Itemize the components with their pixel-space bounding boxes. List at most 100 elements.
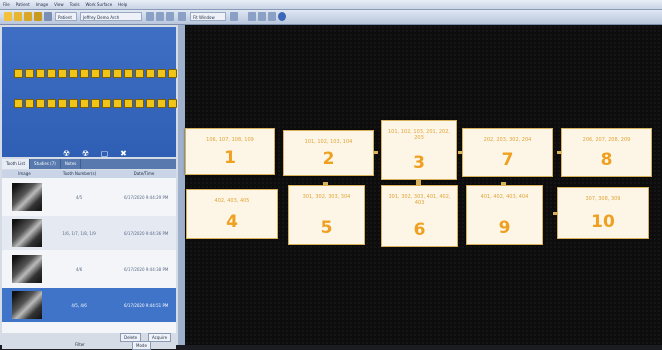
tooth-icon[interactable] bbox=[47, 69, 56, 78]
tooth-icon[interactable] bbox=[69, 99, 78, 108]
image-selector[interactable]: Jeffrey Demo Arch bbox=[80, 12, 142, 21]
tooth-icon[interactable] bbox=[80, 99, 89, 108]
open-folder-icon[interactable] bbox=[4, 12, 12, 21]
tooth-icon[interactable] bbox=[124, 69, 133, 78]
menu-help[interactable]: Help bbox=[115, 1, 130, 9]
tooth-icon[interactable] bbox=[168, 69, 177, 78]
card-handle[interactable] bbox=[323, 182, 328, 185]
close-icon[interactable]: ✖ bbox=[119, 149, 128, 158]
image-card-4[interactable]: 402, 403, 405 4 bbox=[186, 189, 278, 239]
card-handle[interactable] bbox=[501, 182, 506, 185]
menu-view[interactable]: View bbox=[51, 1, 67, 9]
tooth-icon[interactable] bbox=[135, 69, 144, 78]
card-handle[interactable] bbox=[416, 182, 421, 185]
menu-tools[interactable]: Tools bbox=[67, 1, 83, 9]
row-datetime: 6/17/2020 9:44:51 PM bbox=[124, 302, 169, 308]
tooth-icon[interactable] bbox=[146, 69, 155, 78]
tooth-icon[interactable] bbox=[135, 99, 144, 108]
folder-icon[interactable] bbox=[24, 12, 32, 21]
grid-icon[interactable] bbox=[258, 12, 266, 21]
card-handle[interactable] bbox=[553, 212, 558, 215]
tooth-icon[interactable] bbox=[146, 99, 155, 108]
card-teeth: 101, 102, 103, 201, 202, 203 bbox=[387, 129, 451, 141]
card-handle[interactable] bbox=[373, 151, 378, 154]
save-icon[interactable] bbox=[14, 12, 22, 21]
card-handle[interactable] bbox=[557, 151, 562, 154]
help-icon[interactable] bbox=[278, 12, 286, 21]
tooth-icon[interactable] bbox=[58, 69, 67, 78]
tooth-icon[interactable] bbox=[91, 99, 100, 108]
panel-splitter[interactable] bbox=[178, 25, 185, 345]
tooth-icon[interactable] bbox=[102, 99, 111, 108]
col-datetime[interactable]: Date/Time bbox=[112, 170, 176, 178]
tooth-icon[interactable] bbox=[25, 99, 34, 108]
rotate-icon[interactable] bbox=[146, 12, 154, 21]
zoom-field[interactable]: Fit Window bbox=[190, 12, 226, 21]
card-teeth: 402, 403, 405 bbox=[214, 198, 250, 204]
tooth-icon[interactable] bbox=[80, 69, 89, 78]
image-card-2[interactable]: 101, 102, 103, 104 2 bbox=[283, 130, 378, 176]
xray-thumbnail bbox=[12, 291, 42, 319]
tooth-icon[interactable] bbox=[157, 69, 166, 78]
tile-icon[interactable] bbox=[268, 12, 276, 21]
radiation-icon[interactable]: ☢ bbox=[62, 149, 71, 158]
tooth-icon[interactable] bbox=[14, 99, 23, 108]
menu-patient[interactable]: Patient bbox=[13, 1, 33, 9]
blank-icon[interactable]: ▢ bbox=[100, 149, 109, 158]
menu-image[interactable]: Image bbox=[33, 1, 52, 9]
menu-file[interactable]: File bbox=[0, 1, 13, 9]
menu-work-surface[interactable]: Work Surface bbox=[83, 1, 116, 9]
tooth-icon[interactable] bbox=[113, 99, 122, 108]
tooth-icon[interactable] bbox=[58, 99, 67, 108]
table-header: Image Tooth Number(s) Date/Time bbox=[2, 170, 176, 178]
table-row[interactable]: 1/6, 1/7, 1/8, 1/9 6/17/2020 9:44:36 PM bbox=[2, 216, 176, 250]
tooth-icon[interactable] bbox=[157, 99, 166, 108]
tooth-icon[interactable] bbox=[124, 99, 133, 108]
image-card-7[interactable]: 202, 203, 302, 204 7 bbox=[458, 128, 553, 177]
tooth-icon[interactable] bbox=[25, 69, 34, 78]
tab-tooth-list[interactable]: Tooth List bbox=[2, 159, 31, 169]
image-card-9[interactable]: 401, 402, 403, 404 9 bbox=[466, 182, 543, 245]
tab-notes[interactable]: Notes bbox=[61, 159, 82, 169]
tooth-icon[interactable] bbox=[36, 99, 45, 108]
image-card-1[interactable]: 106, 107, 108, 109 1 bbox=[185, 128, 275, 175]
zoom-icon[interactable] bbox=[178, 12, 186, 21]
export-icon[interactable] bbox=[34, 12, 42, 21]
card-teeth: 106, 107, 108, 109 bbox=[206, 137, 254, 143]
col-tooth-numbers[interactable]: Tooth Number(s) bbox=[47, 170, 112, 178]
toolbar: Patient Jeffrey Demo Arch Fit Window bbox=[0, 10, 662, 25]
image-card-6[interactable]: 301, 302, 303, 401, 402, 403 6 bbox=[381, 182, 458, 247]
table-row[interactable]: 4/6 6/17/2020 9:44:38 PM bbox=[2, 252, 176, 286]
row-teeth: 4/5 bbox=[75, 194, 83, 200]
image-card-5[interactable]: 301, 302, 303, 304 5 bbox=[288, 182, 365, 245]
table-row[interactable]: 4/5 6/17/2020 9:44:29 PM bbox=[2, 180, 176, 214]
tooth-icon[interactable] bbox=[91, 69, 100, 78]
flip-icon[interactable] bbox=[156, 12, 164, 21]
tooth-icon[interactable] bbox=[168, 99, 177, 108]
card-teeth: 301, 302, 303, 401, 402, 403 bbox=[388, 194, 451, 206]
tab-studies[interactable]: Studies (7) bbox=[30, 159, 61, 169]
image-card-10[interactable]: 307, 308, 309 10 bbox=[553, 187, 649, 239]
table-row-selected[interactable]: 4/5, 4/6 6/17/2020 9:44:51 PM bbox=[2, 288, 176, 322]
tooth-icon[interactable] bbox=[36, 69, 45, 78]
mode-select[interactable]: Mode bbox=[132, 341, 151, 350]
acquire-button[interactable]: Acquire bbox=[148, 333, 172, 342]
tooth-icon[interactable] bbox=[14, 69, 23, 78]
image-card-8[interactable]: 206, 207, 208, 209 8 bbox=[557, 128, 652, 177]
print-icon[interactable] bbox=[44, 12, 52, 21]
window-icon[interactable] bbox=[230, 12, 238, 21]
tooth-icon[interactable] bbox=[47, 99, 56, 108]
xray-thumbnail bbox=[12, 183, 42, 211]
panel-tabs: Tooth List Studies (7) Notes bbox=[2, 159, 176, 169]
image-card-3[interactable]: 101, 102, 103, 201, 202, 203 3 bbox=[381, 120, 457, 183]
card-handle[interactable] bbox=[458, 151, 463, 154]
tooth-icon[interactable] bbox=[102, 69, 111, 78]
tooth-icon[interactable] bbox=[113, 69, 122, 78]
card-number: 8 bbox=[600, 150, 613, 170]
col-image[interactable]: Image bbox=[2, 170, 47, 178]
layout-icon[interactable] bbox=[248, 12, 256, 21]
tooth-icon[interactable] bbox=[69, 69, 78, 78]
crop-icon[interactable] bbox=[166, 12, 174, 21]
radiation-alt-icon[interactable]: ☢ bbox=[81, 149, 90, 158]
patient-button[interactable]: Patient bbox=[55, 12, 77, 21]
